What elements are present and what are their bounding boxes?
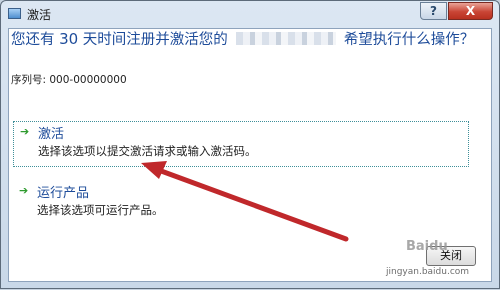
jingyan-watermark: jingyan.baidu.com [386,267,470,277]
activation-dialog: 激活 ? X 您还有 30 天时间注册并激活您的 希望执行什么操作？ 序列号: 0… [0,0,500,289]
baidu-watermark: Baidu [406,239,448,254]
